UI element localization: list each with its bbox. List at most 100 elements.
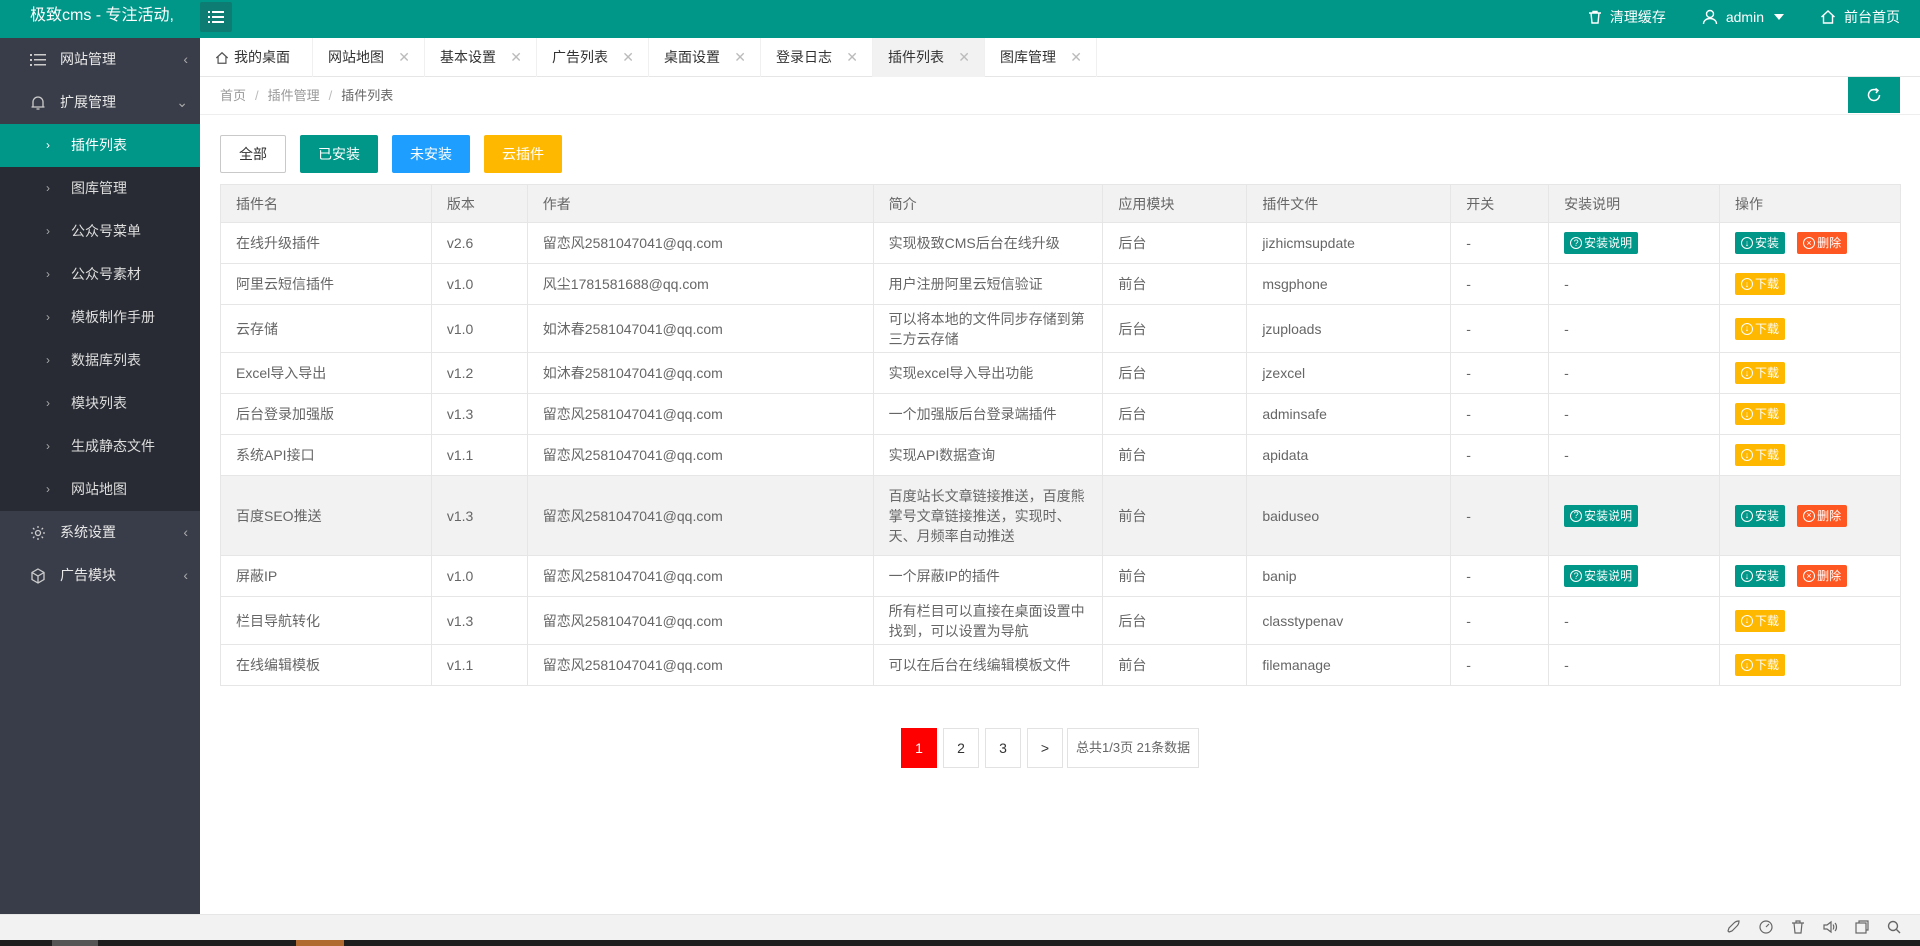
chevron-left-icon: ‹ [183, 524, 188, 540]
gear-icon [31, 526, 45, 540]
tab-login-log[interactable]: 登录日志 ✕ [761, 38, 873, 77]
filter-all-button[interactable]: 全部 [220, 135, 286, 173]
sidebar-item-gallery[interactable]: › 图库管理 [0, 167, 200, 210]
cell-version: v1.3 [430, 596, 528, 645]
front-home-link[interactable]: 前台首页 [1820, 7, 1900, 27]
download-button[interactable]: ↓ 下载 [1735, 317, 1786, 340]
tab-ad-list[interactable]: 广告列表 ✕ [537, 38, 649, 77]
rocket-icon[interactable] [1726, 919, 1742, 935]
download-button[interactable]: ↓ 下载 [1735, 362, 1786, 385]
trash-icon[interactable] [1790, 919, 1806, 935]
sidebar-item-wechat-material[interactable]: › 公众号素材 [0, 253, 200, 296]
close-icon[interactable]: ✕ [622, 38, 634, 77]
close-icon[interactable]: ✕ [1070, 38, 1082, 77]
download-button[interactable]: ↓ 下载 [1735, 403, 1786, 426]
delete-button[interactable]: × 删除 [1797, 504, 1848, 527]
breadcrumb-home[interactable]: 首页 [220, 88, 246, 103]
chevron-right-icon: › [46, 267, 50, 281]
page-info: 总共1/3页 21条数据 [1067, 728, 1200, 768]
user-menu[interactable]: admin [1702, 9, 1784, 25]
sidebar-item-database-list[interactable]: › 数据库列表 [0, 339, 200, 382]
sidebar-item-template-manual[interactable]: › 模板制作手册 [0, 296, 200, 339]
close-icon[interactable]: ✕ [398, 38, 410, 77]
app-logo[interactable]: 极致cms - 专注活动, [30, 0, 174, 38]
close-icon[interactable]: ✕ [846, 38, 858, 77]
breadcrumb-level1[interactable]: 插件管理 [268, 88, 320, 103]
download-button-label: 下载 [1755, 366, 1780, 381]
table-row: 后台登录加强版 v1.3 留恋风2581047041@qq.com 一个加强版后台登录… [220, 393, 1901, 435]
close-circle-icon: × [1803, 237, 1816, 250]
sidebar-item-plugin-list[interactable]: › 插件列表 [0, 124, 200, 167]
tab-gallery[interactable]: 图库管理 ✕ [985, 38, 1097, 77]
install-button[interactable]: ↓ 安装 [1735, 232, 1786, 255]
sidebar-item-ext-manage[interactable]: 扩展管理 ⌄ [0, 81, 200, 124]
filter-buttons: 全部 已安装 未安装 云插件 [220, 135, 562, 173]
install-guide-button[interactable]: ? 安装说明 [1564, 504, 1639, 527]
sidebar-item-sys-settings[interactable]: 系统设置 ‹ [0, 511, 200, 554]
tab-basic-settings[interactable]: 基本设置 ✕ [425, 38, 537, 77]
install-button[interactable]: ↓ 安装 [1735, 504, 1786, 527]
sidebar-item-module-list[interactable]: › 模块列表 [0, 382, 200, 425]
search-icon[interactable] [1886, 919, 1902, 935]
cell-author: 留恋风2581047041@qq.com [526, 596, 874, 645]
tab-desktop-settings[interactable]: 桌面设置 ✕ [649, 38, 761, 77]
tab-plugin-list[interactable]: 插件列表 ✕ [873, 38, 985, 77]
page-1-button[interactable]: 1 [901, 728, 937, 768]
download-button[interactable]: ↓ 下载 [1735, 654, 1786, 677]
chevron-right-icon: › [46, 310, 50, 324]
cell-guide: - [1548, 393, 1721, 435]
speed-icon[interactable] [1758, 919, 1774, 935]
close-icon[interactable]: ✕ [510, 38, 522, 77]
clear-cache-button[interactable]: 清理缓存 [1588, 7, 1666, 27]
refresh-button[interactable] [1848, 77, 1900, 113]
download-button-label: 下载 [1755, 407, 1780, 422]
filter-uninstalled-button[interactable]: 未安装 [392, 135, 470, 173]
tab-my-desktop[interactable]: 我的桌面 [200, 38, 313, 77]
cell-file: adminsafe [1246, 393, 1452, 435]
download-button[interactable]: ↓ 下载 [1735, 609, 1786, 632]
cell-switch: - [1450, 304, 1550, 353]
col-header-module: 应用模块 [1102, 184, 1248, 223]
tab-sitemap[interactable]: 网站地图 ✕ [313, 38, 425, 77]
cell-guide: ? 安装说明 [1548, 475, 1721, 556]
cell-switch: - [1450, 475, 1550, 556]
close-icon[interactable]: ✕ [734, 38, 746, 77]
download-circle-icon: ↓ [1741, 408, 1754, 421]
close-icon[interactable]: ✕ [958, 38, 970, 77]
cell-guide: ? 安装说明 [1548, 555, 1721, 597]
cell-switch: - [1450, 352, 1550, 394]
filter-cloud-button[interactable]: 云插件 [484, 135, 562, 173]
sidebar-item-sitemap[interactable]: › 网站地图 [0, 468, 200, 511]
window-icon[interactable] [1854, 919, 1870, 935]
page-2-button[interactable]: 2 [943, 728, 979, 768]
cell-actions: ↓ 下载 [1719, 596, 1901, 645]
filter-installed-button[interactable]: 已安装 [300, 135, 378, 173]
page-3-button[interactable]: 3 [985, 728, 1021, 768]
next-page-button[interactable]: > [1027, 728, 1063, 768]
chevron-right-icon: › [46, 181, 50, 195]
sidebar-item-static-files[interactable]: › 生成静态文件 [0, 425, 200, 468]
sidebar-item-ad-module[interactable]: 广告模块 ‹ [0, 554, 200, 597]
sidebar-item-wechat-menu[interactable]: › 公众号菜单 [0, 210, 200, 253]
col-header-author: 作者 [526, 184, 874, 223]
install-guide-button[interactable]: ? 安装说明 [1564, 232, 1639, 255]
cell-actions: ↓ 下载 [1719, 352, 1901, 394]
list-icon [208, 11, 224, 23]
sidebar: 网站管理 ‹ 扩展管理 ⌄ › 插件列表 › 图库管理 › 公众号菜单 › 公众号素材 … [0, 38, 200, 914]
delete-button[interactable]: × 删除 [1797, 232, 1848, 255]
cell-desc: 可以在后台在线编辑模板文件 [872, 644, 1104, 686]
install-guide-button[interactable]: ? 安装说明 [1564, 565, 1639, 588]
cell-desc: 所有栏目可以直接在桌面设置中找到，可以设置为导航 [872, 596, 1104, 645]
menu-toggle-button[interactable] [200, 2, 232, 32]
volume-icon[interactable] [1822, 919, 1838, 935]
download-button[interactable]: ↓ 下载 [1735, 273, 1786, 296]
delete-button[interactable]: × 删除 [1797, 565, 1848, 588]
cell-file: baiduseo [1246, 475, 1452, 556]
tab-label: 桌面设置 [664, 49, 720, 65]
sidebar-item-site-manage[interactable]: 网站管理 ‹ [0, 38, 200, 81]
download-button[interactable]: ↓ 下载 [1735, 444, 1786, 467]
help-circle-icon: ? [1570, 570, 1583, 583]
cell-name: 屏蔽IP [220, 555, 432, 597]
install-button[interactable]: ↓ 安装 [1735, 565, 1786, 588]
download-circle-icon: ↓ [1741, 509, 1754, 522]
